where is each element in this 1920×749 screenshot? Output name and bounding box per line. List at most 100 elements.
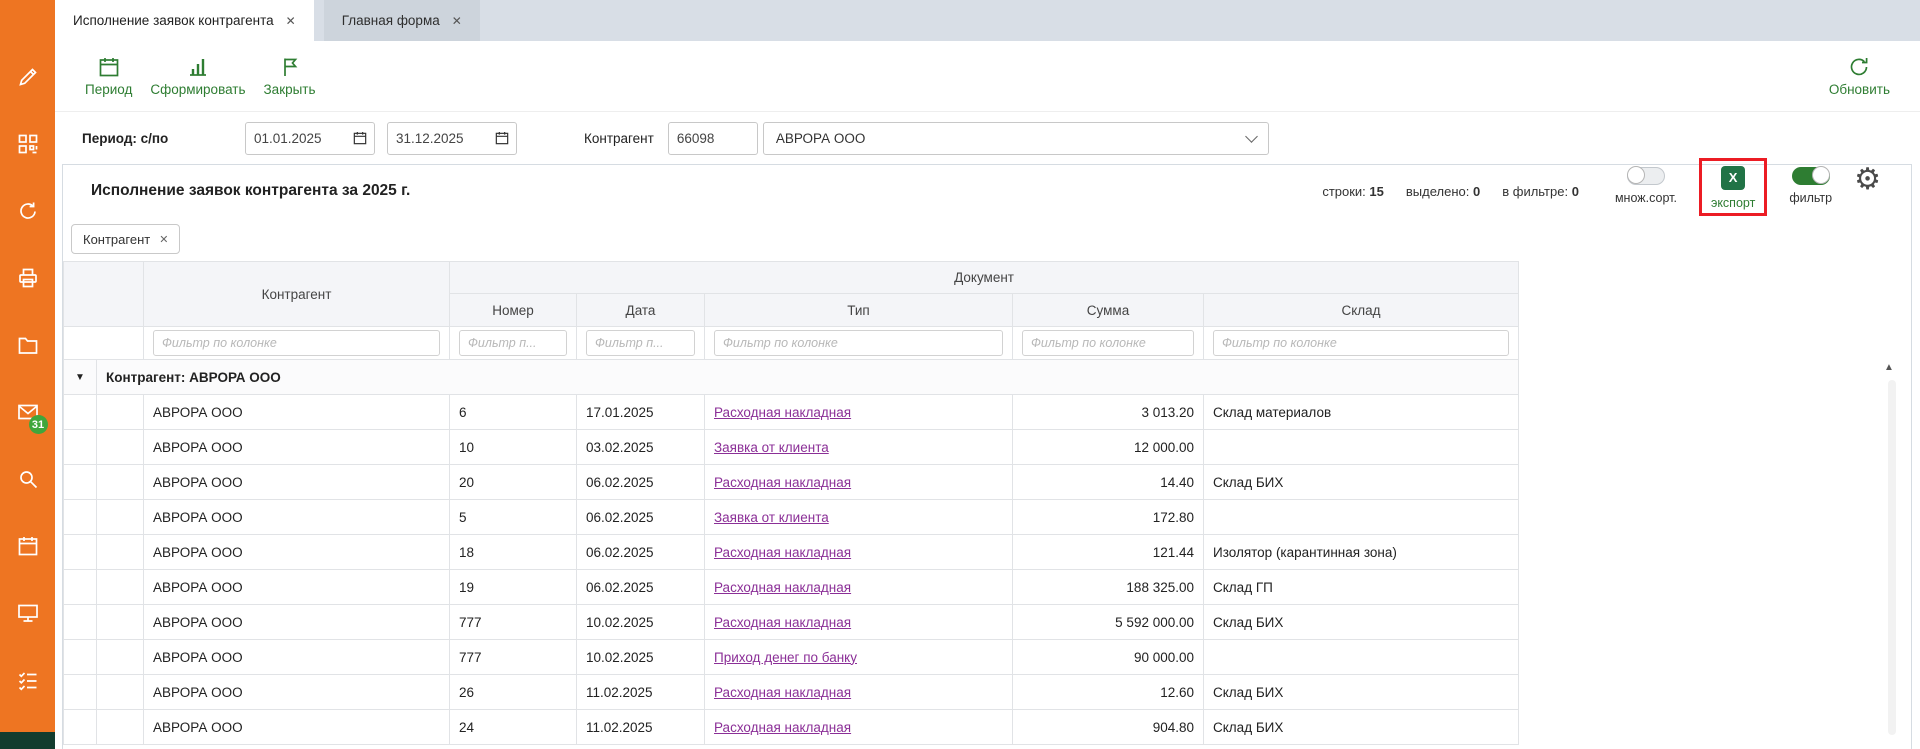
tasks-icon[interactable] (16, 668, 40, 692)
row-expander-cell (64, 465, 97, 500)
column-filter-number[interactable] (459, 330, 567, 356)
cell-sum: 90 000.00 (1013, 640, 1204, 675)
vertical-scrollbar[interactable] (1888, 380, 1896, 735)
column-header-number[interactable]: Номер (450, 294, 577, 327)
column-filter-type[interactable] (714, 330, 1003, 356)
cell-sum: 121.44 (1013, 535, 1204, 570)
cell-contragent: АВРОРА ООО (144, 570, 450, 605)
cell-number: 19 (450, 570, 577, 605)
table-row[interactable]: АВРОРА ООО 18 06.02.2025 Расходная накла… (64, 535, 1519, 570)
tab-bar: Исполнение заявок контрагента ✕ Главная … (55, 0, 1920, 41)
column-header-warehouse[interactable]: Склад (1204, 294, 1519, 327)
refresh-button[interactable]: Обновить (1829, 55, 1890, 97)
multisort-toggle[interactable] (1627, 167, 1665, 185)
close-icon[interactable]: ✕ (286, 14, 296, 28)
cell-type: Заявка от клиента (705, 430, 1013, 465)
document-link[interactable]: Приход денег по банку (714, 650, 857, 665)
row-expander-cell (64, 675, 97, 710)
column-header-date[interactable]: Дата (577, 294, 705, 327)
qr-code-icon[interactable] (16, 132, 40, 156)
cell-number: 20 (450, 465, 577, 500)
filter-toggle[interactable] (1792, 167, 1830, 185)
search-icon[interactable] (16, 467, 40, 491)
column-header-sum[interactable]: Сумма (1013, 294, 1204, 327)
cell-warehouse: Склад БИХ (1204, 675, 1519, 710)
column-filter-contragent[interactable] (153, 330, 440, 356)
cell-contragent: АВРОРА ООО (144, 605, 450, 640)
close-icon[interactable]: ✕ (452, 14, 462, 28)
report-stats: строки: 15 выделено: 0 в фильтре: 0 (1322, 184, 1579, 199)
row-expander-cell (64, 570, 97, 605)
multisort-toggle-control[interactable]: множ.сорт. (1615, 167, 1677, 205)
filter-cell (1013, 327, 1204, 360)
column-filter-sum[interactable] (1022, 330, 1194, 356)
group-expander[interactable]: ▼ (64, 360, 97, 395)
tab-report[interactable]: Исполнение заявок контрагента ✕ (55, 0, 314, 41)
filter-cell (144, 327, 450, 360)
column-filter-date[interactable] (586, 330, 695, 356)
table-row[interactable]: АВРОРА ООО 777 10.02.2025 Расходная накл… (64, 605, 1519, 640)
document-link[interactable]: Расходная накладная (714, 615, 851, 630)
row-select-cell (97, 570, 144, 605)
table-row[interactable]: АВРОРА ООО 5 06.02.2025 Заявка от клиент… (64, 500, 1519, 535)
scrollbar-up-icon[interactable]: ▲ (1884, 362, 1894, 373)
close-form-button-label: Закрыть (264, 82, 316, 97)
document-link[interactable]: Заявка от клиента (714, 510, 829, 525)
table-row[interactable]: АВРОРА ООО 20 06.02.2025 Расходная накла… (64, 465, 1519, 500)
table-row[interactable]: АВРОРА ООО 19 06.02.2025 Расходная накла… (64, 570, 1519, 605)
export-control[interactable]: X экспорт (1711, 166, 1755, 210)
print-icon[interactable] (16, 266, 40, 290)
row-select-cell (97, 640, 144, 675)
calendar-icon[interactable] (16, 534, 40, 558)
monitor-icon[interactable] (16, 601, 40, 625)
document-link[interactable]: Расходная накладная (714, 475, 851, 490)
cell-contragent: АВРОРА ООО (144, 395, 450, 430)
date-from-field (245, 122, 375, 155)
cell-date: 06.02.2025 (577, 500, 705, 535)
document-link[interactable]: Расходная накладная (714, 720, 851, 735)
column-header-contragent[interactable]: Контрагент (144, 262, 450, 327)
flag-icon (278, 55, 302, 79)
period-range-label: Период: с/по (82, 131, 245, 146)
grouping-chip[interactable]: Контрагент ✕ (71, 224, 180, 254)
row-select-cell (97, 430, 144, 465)
cell-warehouse: Склад БИХ (1204, 605, 1519, 640)
cell-warehouse: Изолятор (карантинная зона) (1204, 535, 1519, 570)
filter-blank-cell (64, 327, 144, 360)
filter-toggle-control[interactable]: фильтр (1789, 167, 1832, 205)
generate-button[interactable]: Сформировать (150, 55, 245, 97)
table-row[interactable]: АВРОРА ООО 6 17.01.2025 Расходная наклад… (64, 395, 1519, 430)
cell-contragent: АВРОРА ООО (144, 465, 450, 500)
contragent-select[interactable]: АВРОРА ООО (763, 122, 1269, 155)
close-form-button[interactable]: Закрыть (264, 55, 316, 97)
document-link[interactable]: Расходная накладная (714, 545, 851, 560)
group-row[interactable]: ▼ Контрагент: АВРОРА ООО (64, 360, 1519, 395)
document-link[interactable]: Расходная накладная (714, 580, 851, 595)
filter-cell (450, 327, 577, 360)
edit-icon[interactable] (16, 65, 40, 89)
document-link[interactable]: Заявка от клиента (714, 440, 829, 455)
period-button[interactable]: Период (85, 55, 132, 97)
document-link[interactable]: Расходная накладная (714, 405, 851, 420)
stat-selected: выделено: 0 (1406, 184, 1480, 199)
tab-main-form[interactable]: Главная форма ✕ (324, 0, 480, 41)
cell-type: Расходная накладная (705, 535, 1013, 570)
table-row[interactable]: АВРОРА ООО 24 11.02.2025 Расходная накла… (64, 710, 1519, 745)
mail-icon[interactable]: 31 (16, 400, 40, 424)
gear-icon[interactable]: ⚙ (1854, 165, 1881, 195)
row-select-cell (97, 535, 144, 570)
contragent-code-input[interactable] (668, 122, 758, 155)
refresh-button-label: Обновить (1829, 82, 1890, 97)
table-row[interactable]: АВРОРА ООО 777 10.02.2025 Приход денег п… (64, 640, 1519, 675)
close-icon[interactable]: ✕ (159, 233, 168, 246)
column-filter-warehouse[interactable] (1213, 330, 1509, 356)
excel-export-icon[interactable]: X (1721, 166, 1745, 190)
folder-icon[interactable] (16, 333, 40, 357)
calendar-icon[interactable] (494, 130, 510, 146)
table-row[interactable]: АВРОРА ООО 26 11.02.2025 Расходная накла… (64, 675, 1519, 710)
column-header-type[interactable]: Тип (705, 294, 1013, 327)
document-link[interactable]: Расходная накладная (714, 685, 851, 700)
table-row[interactable]: АВРОРА ООО 10 03.02.2025 Заявка от клиен… (64, 430, 1519, 465)
sync-icon[interactable] (16, 199, 40, 223)
calendar-icon[interactable] (352, 130, 368, 146)
